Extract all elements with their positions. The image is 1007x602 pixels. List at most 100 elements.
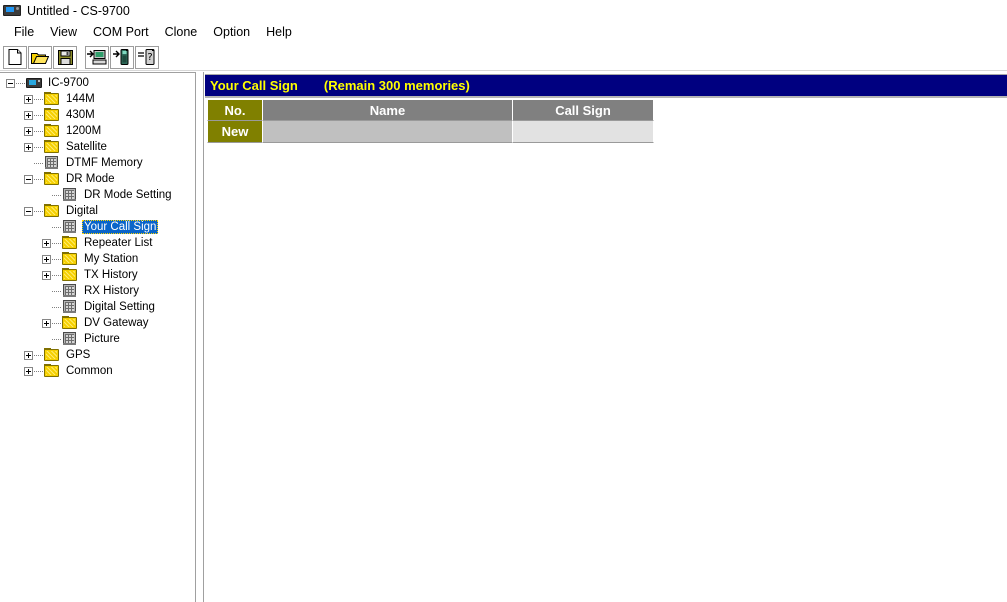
- tree-item-dv-gateway[interactable]: DV Gateway: [0, 315, 195, 331]
- tree-connector: [52, 274, 61, 276]
- tree-connector: [52, 322, 61, 324]
- menu-bar: File View COM Port Clone Option Help: [0, 21, 1007, 43]
- folder-icon: [62, 316, 78, 330]
- collapse-icon[interactable]: [24, 206, 33, 216]
- tree-item-common[interactable]: Common: [0, 363, 195, 379]
- tree-item-label: DR Mode Setting: [84, 189, 172, 201]
- tree-item-picture[interactable]: Picture: [0, 331, 195, 347]
- tree-item-430m[interactable]: 430M: [0, 107, 195, 123]
- menu-item-com-port[interactable]: COM Port: [85, 23, 157, 41]
- expand-icon[interactable]: [42, 270, 51, 280]
- expand-icon[interactable]: [42, 238, 51, 248]
- tree-item-rx-history[interactable]: RX History: [0, 283, 195, 299]
- column-header-no[interactable]: No.: [207, 99, 263, 121]
- expand-icon[interactable]: [42, 318, 51, 328]
- collapse-icon[interactable]: [6, 78, 15, 88]
- expand-icon[interactable]: [24, 366, 33, 376]
- tree-item-1200m[interactable]: 1200M: [0, 123, 195, 139]
- tree-toggle-spacer: [42, 335, 52, 344]
- tree-toggle-spacer: [42, 303, 52, 312]
- folder-icon: [44, 140, 60, 154]
- radio-info-button[interactable]: ?: [135, 45, 159, 69]
- cell-name[interactable]: [263, 121, 513, 143]
- column-header-name[interactable]: Name: [263, 99, 513, 121]
- tree-item-dr-mode[interactable]: DR Mode: [0, 171, 195, 187]
- panel-title: Your Call Sign: [210, 78, 298, 93]
- menu-item-option[interactable]: Option: [205, 23, 258, 41]
- tree-connector: [34, 354, 43, 356]
- menu-item-file[interactable]: File: [6, 23, 42, 41]
- tree-item-repeater-list[interactable]: Repeater List: [0, 235, 195, 251]
- open-folder-button[interactable]: [28, 45, 52, 69]
- tree-connector: [34, 178, 43, 180]
- column-header-call-sign[interactable]: Call Sign: [513, 99, 654, 121]
- memory-table[interactable]: No. Name Call Sign New: [207, 99, 654, 143]
- document-icon: [62, 332, 78, 346]
- tree-connector: [52, 290, 61, 292]
- tree-item-your-call-sign[interactable]: Your Call Sign: [0, 219, 195, 235]
- folder-icon: [44, 124, 60, 138]
- tree-connector: [52, 258, 61, 260]
- tree-connector: [34, 162, 43, 164]
- save-disk-icon: [57, 49, 73, 65]
- tree-connector: [16, 82, 25, 84]
- tree-item-satellite[interactable]: Satellite: [0, 139, 195, 155]
- window-title: Untitled - CS-9700: [27, 3, 130, 18]
- menu-item-clone[interactable]: Clone: [157, 23, 206, 41]
- tree-item-144m[interactable]: 144M: [0, 91, 195, 107]
- tree-connector: [52, 306, 61, 308]
- expand-icon[interactable]: [24, 350, 33, 360]
- tree-item-tx-history[interactable]: TX History: [0, 267, 195, 283]
- panel-splitter[interactable]: [196, 72, 204, 602]
- navigation-tree-panel[interactable]: IC-9700 144M 430M 1200M Satellite DTMF Memory…: [0, 72, 196, 602]
- tree-item-dtmf-memory[interactable]: DTMF Memory: [0, 155, 195, 171]
- tree-item-digital-setting[interactable]: Digital Setting: [0, 299, 195, 315]
- save-button[interactable]: [53, 45, 77, 69]
- cell-call-sign[interactable]: [513, 121, 654, 143]
- expand-icon[interactable]: [24, 94, 33, 104]
- collapse-icon[interactable]: [24, 174, 33, 184]
- tree-connector: [34, 114, 43, 116]
- tree-item-digital[interactable]: Digital: [0, 203, 195, 219]
- menu-item-help[interactable]: Help: [258, 23, 300, 41]
- write-to-radio-button[interactable]: [110, 45, 134, 69]
- tree-item-label: Your Call Sign: [82, 220, 159, 234]
- tree-connector: [34, 370, 43, 372]
- tree-item-label: 1200M: [66, 125, 102, 137]
- document-icon: [44, 156, 60, 170]
- tree-item-label: RX History: [84, 285, 139, 297]
- row-label-new[interactable]: New: [207, 121, 263, 143]
- menu-item-view[interactable]: View: [42, 23, 85, 41]
- document-icon: [62, 284, 78, 298]
- svg-text:?: ?: [147, 52, 152, 63]
- document-icon: [62, 220, 78, 234]
- expand-icon[interactable]: [24, 126, 33, 136]
- tree-item-label: DV Gateway: [84, 317, 149, 329]
- tree-item-gps[interactable]: GPS: [0, 347, 195, 363]
- tree-item-dr-mode-setting[interactable]: DR Mode Setting: [0, 187, 195, 203]
- radio-transceiver-icon: [3, 4, 21, 17]
- new-file-button[interactable]: [3, 45, 27, 69]
- expand-icon[interactable]: [24, 142, 33, 152]
- tree-connector: [34, 146, 43, 148]
- read-from-radio-button[interactable]: [85, 45, 109, 69]
- tree-item-label: 430M: [66, 109, 95, 121]
- tree-item-ic-9700[interactable]: IC-9700: [0, 75, 195, 91]
- tree-connector: [52, 194, 61, 196]
- expand-icon[interactable]: [42, 254, 51, 264]
- tree-item-label: Digital Setting: [84, 301, 155, 313]
- read-from-radio-to-pc-icon: [87, 49, 107, 65]
- expand-icon[interactable]: [24, 110, 33, 120]
- folder-icon: [44, 364, 60, 378]
- document-icon: [62, 300, 78, 314]
- tree-connector: [34, 130, 43, 132]
- table-row[interactable]: New: [207, 121, 654, 143]
- tree-item-my-station[interactable]: My Station: [0, 251, 195, 267]
